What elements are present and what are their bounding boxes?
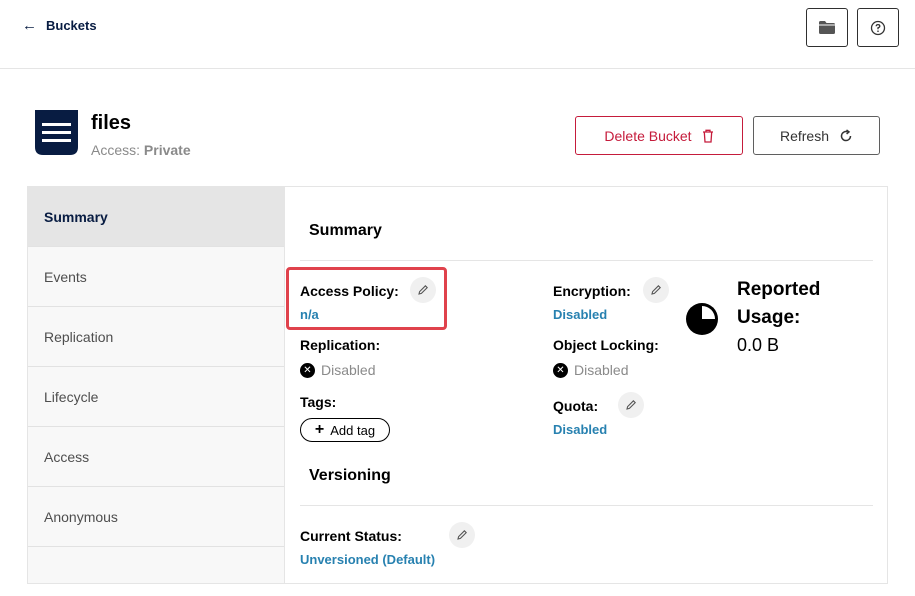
object-locking-value: Disabled	[574, 362, 629, 378]
bucket-icon	[35, 110, 78, 155]
replication-status: ✕ Disabled	[300, 362, 375, 378]
help-icon	[870, 20, 886, 35]
delete-bucket-label: Delete Bucket	[604, 127, 692, 144]
quota-value[interactable]: Disabled	[553, 422, 607, 437]
usage-pie-icon	[686, 303, 718, 335]
reported-usage-label: Reported Usage:	[737, 279, 821, 328]
trash-icon	[702, 129, 713, 143]
bucket-details-panel: Summary Events Replication Lifecycle Acc…	[27, 186, 888, 584]
sidebar-item-lifecycle[interactable]: Lifecycle	[28, 367, 284, 427]
edit-encryption-button[interactable]	[643, 277, 669, 303]
encryption-label: Encryption:	[553, 283, 631, 299]
add-tag-label: Add tag	[330, 422, 376, 438]
pencil-icon	[626, 400, 636, 410]
disabled-x-icon: ✕	[553, 362, 568, 378]
tags-label: Tags:	[300, 394, 337, 410]
sidebar-item-anonymous[interactable]: Anonymous	[28, 487, 284, 547]
access-policy-label: Access Policy:	[300, 283, 399, 299]
back-to-buckets-link[interactable]: ← Buckets	[22, 18, 97, 33]
versioning-title: Versioning	[309, 467, 391, 484]
bucket-sidebar: Summary Events Replication Lifecycle Acc…	[28, 187, 285, 583]
encryption-value[interactable]: Disabled	[553, 307, 607, 322]
quota-label: Quota:	[553, 398, 599, 414]
disabled-x-icon: ✕	[300, 362, 315, 378]
browse-folder-button[interactable]	[806, 8, 848, 47]
pencil-icon	[651, 285, 661, 295]
plus-icon: +	[314, 421, 325, 438]
access-value: Private	[143, 142, 191, 158]
refresh-button[interactable]: Refresh	[753, 116, 880, 155]
refresh-label: Refresh	[779, 127, 830, 144]
delete-bucket-button[interactable]: Delete Bucket	[575, 116, 743, 155]
replication-label: Replication:	[300, 337, 381, 353]
edit-quota-button[interactable]	[618, 392, 644, 418]
refresh-icon	[840, 128, 852, 141]
help-button[interactable]	[857, 8, 899, 47]
folder-icon	[819, 21, 835, 34]
arrow-left-icon: ←	[22, 17, 37, 34]
current-status-value[interactable]: Unversioned (Default)	[300, 552, 435, 567]
sidebar-item-summary[interactable]: Summary	[28, 187, 284, 247]
replication-value: Disabled	[321, 362, 376, 378]
bucket-access: Access: Private	[91, 142, 191, 158]
versioning-divider	[300, 505, 873, 506]
sidebar-item-access[interactable]: Access	[28, 427, 284, 487]
sidebar-item-events[interactable]: Events	[28, 247, 284, 307]
sidebar-item-replication[interactable]: Replication	[28, 307, 284, 367]
pencil-icon	[457, 530, 467, 540]
pencil-icon	[418, 285, 428, 295]
bucket-name: files	[91, 112, 132, 134]
current-status-label: Current Status:	[300, 528, 402, 544]
edit-access-policy-button[interactable]	[410, 277, 436, 303]
object-locking-label: Object Locking:	[553, 337, 659, 353]
add-tag-button[interactable]: + Add tag	[300, 418, 390, 442]
reported-usage-value: 0.0 B	[737, 335, 780, 355]
summary-content: Summary Access Policy: n/a Replication: …	[286, 187, 887, 583]
summary-title: Summary	[309, 222, 382, 239]
access-label: Access:	[91, 142, 141, 158]
back-label: Buckets	[46, 18, 97, 33]
top-bar: ← Buckets	[0, 0, 915, 69]
edit-versioning-button[interactable]	[449, 522, 475, 548]
summary-divider	[300, 260, 873, 261]
object-locking-status: ✕ Disabled	[553, 362, 628, 378]
access-policy-value[interactable]: n/a	[300, 307, 319, 322]
